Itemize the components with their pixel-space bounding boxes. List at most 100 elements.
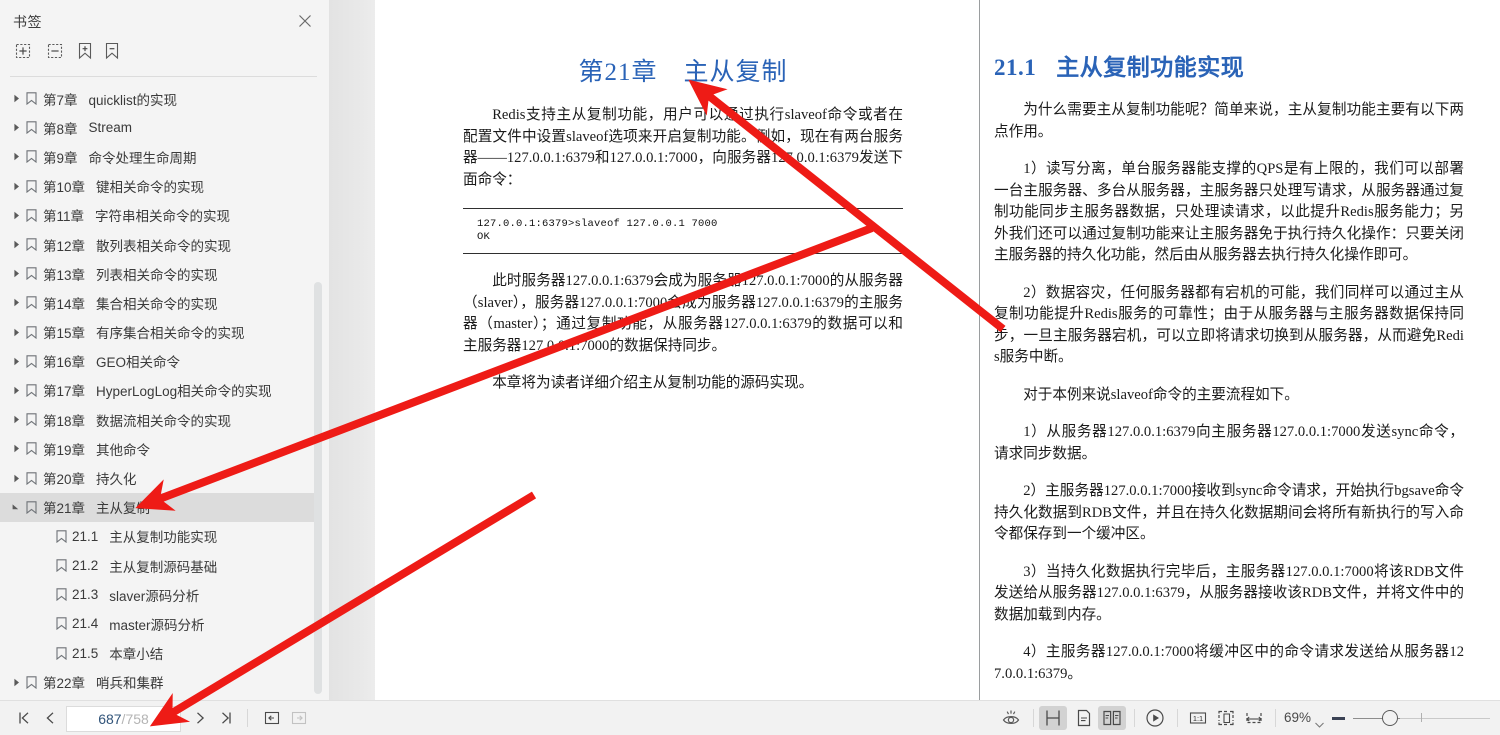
last-page-icon[interactable] [212,701,240,735]
bookmark-item-第9章[interactable]: 第9章 命令处理生命周期 [0,142,330,171]
bookmark-icon [54,646,68,660]
continuous-scroll-icon[interactable] [1039,706,1067,730]
history-back-icon[interactable] [258,701,286,735]
chapter-title: 第21章 主从复制 [578,59,788,86]
bookmark-item-第10章[interactable]: 第10章 键相关命令的实现 [0,172,330,201]
chevron-right-icon[interactable] [8,328,24,337]
bookmark-icon [54,617,68,631]
read-aloud-icon[interactable] [997,701,1025,735]
right-paragraph-5: 1）从服务器127.0.0.1:6379向主服务器127.0.0.1:7000发… [994,424,1464,462]
bookmark-item-number: 第9章 [43,150,78,166]
bookmark-item-第19章[interactable]: 第19章 其他命令 [0,434,330,463]
bookmark-item-label: quicklist的实现 [88,92,178,108]
prev-page-icon[interactable] [36,701,64,735]
bookmark-icon [24,150,38,164]
bookmark-item-number: 21.2 [72,558,99,574]
chevron-down-icon[interactable] [1315,715,1324,733]
left-paragraph-1: Redis支持主从复制功能，用户可以通过执行slaveof命令或者在配置文件中设… [463,107,903,188]
bottom-toolbar: 687/758 1:1 69% [0,700,1500,735]
bookmark-item-第20章[interactable]: 第20章 持久化 [0,463,330,492]
bookmark-item-number: 第18章 [43,413,86,429]
zoom-out-icon[interactable] [1332,717,1345,720]
collapse-all-icon[interactable] [42,38,68,64]
bookmark-item-21.3[interactable]: 21.3 slaver源码分析 [0,580,330,609]
bookmark-icon [24,384,38,397]
zoom-slider-track-remainder[interactable] [1400,717,1490,719]
actual-size-icon[interactable]: 1:1 [1184,701,1212,735]
chevron-right-icon[interactable] [8,298,24,307]
chevron-right-icon[interactable] [8,269,24,278]
chevron-right-icon[interactable] [8,152,24,161]
next-page-icon[interactable] [186,701,214,735]
page-left: 第21章 主从复制 Redis支持主从复制功能，用户可以通过执行slaveof命… [375,0,979,700]
bookmark-item-label: 主从复制功能实现 [109,530,218,546]
toolbar-divider-1 [247,709,248,727]
bookmark-item-21.5[interactable]: 21.5 本章小结 [0,639,330,668]
single-page-icon[interactable] [1070,701,1098,735]
bookmark-item-21.1[interactable]: 21.1 主从复制功能实现 [0,522,330,551]
bookmark-icon [24,238,38,252]
chevron-down-icon[interactable] [8,503,24,512]
right-paragraph-2: 1）读写分离，单台服务器能支撑的QPS是有上限的，我们可以部署一台主服务器、多台… [994,161,1464,263]
chevron-right-icon[interactable] [8,444,24,453]
bookmark-item-第13章[interactable]: 第13章 列表相关命令的实现 [0,259,330,288]
bookmark-item-number: 第19章 [43,442,86,458]
bookmark-item-label: 其他命令 [96,442,151,458]
chevron-right-icon[interactable] [8,182,24,191]
bookmark-item-label: 有序集合相关命令的实现 [96,326,245,342]
bookmark-item-第14章[interactable]: 第14章 集合相关命令的实现 [0,288,330,317]
bookmark-item-第12章[interactable]: 第12章 散列表相关命令的实现 [0,230,330,259]
bookmark-item-第18章[interactable]: 第18章 数据流相关命令的实现 [0,405,330,434]
first-page-icon[interactable] [10,701,38,735]
chevron-right-icon[interactable] [8,357,24,366]
expand-all-icon[interactable] [10,38,36,64]
bookmark-item-number: 第20章 [43,472,86,488]
bookmark-item-第16章[interactable]: 第16章 GEO相关命令 [0,347,330,376]
bookmark-item-number: 第17章 [43,384,86,400]
add-bookmark-icon[interactable] [72,38,98,64]
history-forward-icon[interactable] [285,701,313,735]
close-icon[interactable] [296,12,314,30]
remove-bookmark-icon[interactable] [99,38,125,64]
bookmark-item-第17章[interactable]: 第17章 HyperLogLog相关命令的实现 [0,376,330,405]
chevron-right-icon[interactable] [8,678,24,687]
chevron-right-icon[interactable] [8,94,24,103]
zoom-level-label[interactable]: 69% [1284,710,1311,725]
zoom-slider-thumb[interactable] [1382,710,1398,726]
bookmark-panel: 书签 第7章 quicklist的实现 第8章 Stream 第9章 命令处理生… [0,0,330,700]
bookmark-item-number: 第13章 [43,267,86,283]
bookmark-item-label: 哨兵和集群 [96,676,164,692]
chevron-right-icon[interactable] [8,415,24,424]
chevron-right-icon[interactable] [8,474,24,483]
bookmark-list[interactable]: 第7章 quicklist的实现 第8章 Stream 第9章 命令处理生命周期 第10章键… [0,84,330,694]
bookmark-toolbar [0,38,330,70]
document-viewport[interactable]: 第21章 主从复制 Redis支持主从复制功能，用户可以通过执行slaveof命… [330,0,1500,700]
chevron-right-icon[interactable] [8,123,24,132]
bookmark-item-21.2[interactable]: 21.2 主从复制源码基础 [0,551,330,580]
bookmark-item-number: 第7章 [43,92,78,108]
bookmark-item-第21章[interactable]: 第21章 主从复制 [0,492,315,522]
bookmark-item-21.4[interactable]: 21.4 master源码分析 [0,609,330,638]
bookmark-item-label: 键相关命令的实现 [96,180,205,196]
bookmark-item-第7章[interactable]: 第7章 quicklist的实现 [0,84,330,113]
bookmark-scrollbar-thumb[interactable] [314,282,322,694]
bookmark-item-第15章[interactable]: 第15章 有序集合相关命令的实现 [0,318,330,347]
fit-width-icon[interactable] [1240,701,1268,735]
facing-pages-icon[interactable] [1098,706,1126,730]
chevron-right-icon[interactable] [8,386,24,395]
bookmark-item-第22章[interactable]: 第22章 哨兵和集群 [0,668,330,694]
bookmark-item-number: 21.3 [72,587,99,603]
fit-page-icon[interactable] [1212,701,1240,735]
bookmark-item-label: GEO相关命令 [96,355,181,371]
bookmark-item-第11章[interactable]: 第11章 字符串相关命令的实现 [0,201,330,230]
chevron-right-icon[interactable] [8,240,24,249]
toolbar-divider-2 [1033,709,1034,727]
section-number: 21.1 [994,55,1037,80]
page-number-input[interactable]: 687/758 [66,706,181,732]
presentation-mode-icon[interactable] [1141,701,1169,735]
bookmark-item-number: 第10章 [43,180,86,196]
bookmark-item-label: 主从复制 [96,501,151,517]
bookmark-icon [24,296,38,310]
chevron-right-icon[interactable] [8,211,24,220]
bookmark-item-第8章[interactable]: 第8章 Stream [0,113,330,142]
